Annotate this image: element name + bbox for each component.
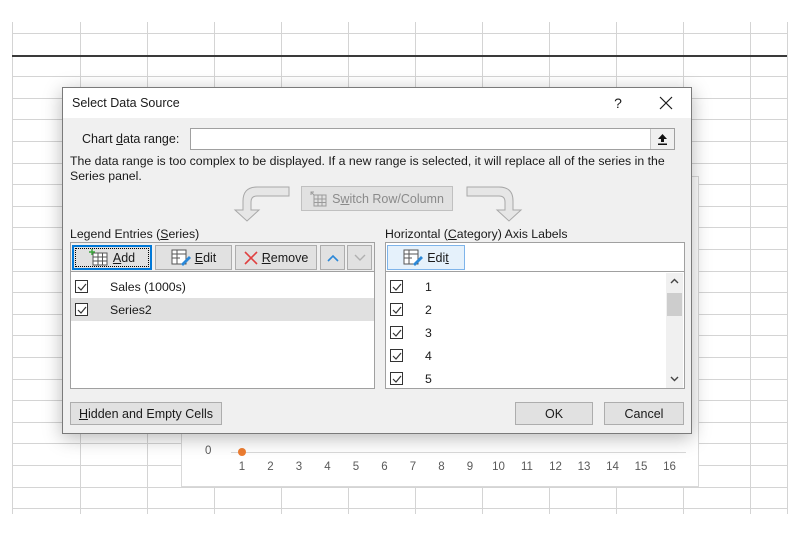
- axis-labels-toolbar: Edit: [386, 243, 684, 272]
- chart-x-tick-label: 4: [324, 461, 331, 473]
- chart-x-tick-label: 15: [634, 461, 648, 473]
- series-label: Series2: [110, 302, 152, 317]
- select-data-source-dialog: Select Data Source ? Chart data range: T…: [62, 87, 692, 434]
- axis-label-checkbox[interactable]: [390, 280, 403, 293]
- chevron-down-icon: [354, 254, 365, 261]
- axis-label-list-item[interactable]: 2: [386, 298, 665, 321]
- legend-entries-panel: Add Edit Remove Sales (1000s) Series2: [70, 242, 375, 389]
- axis-label-value: 2: [425, 302, 432, 317]
- axis-label-checkbox[interactable]: [390, 372, 403, 385]
- axis-label-value: 5: [425, 371, 432, 386]
- chart-x-tick-label: 5: [352, 461, 360, 473]
- edit-table-icon: [171, 249, 191, 266]
- checkmark-icon: [392, 352, 401, 360]
- chart-x-tick-label: 14: [606, 461, 619, 473]
- series-label: Sales (1000s): [110, 279, 186, 294]
- upload-arrow-icon: [658, 134, 667, 145]
- add-series-button[interactable]: Add: [72, 245, 152, 270]
- axis-label-checkbox[interactable]: [390, 326, 403, 339]
- chart-x-tick-label: 7: [409, 461, 417, 473]
- grid-column-line: [12, 22, 13, 514]
- axis-labels-label: Horizontal (Category) Axis Labels: [385, 227, 568, 241]
- range-collapse-button[interactable]: [650, 129, 674, 149]
- checkmark-icon: [392, 306, 401, 314]
- series-checkbox[interactable]: [75, 303, 88, 316]
- axis-label-list-item[interactable]: 1: [386, 275, 665, 298]
- range-complex-message: The data range is too complex to be disp…: [70, 154, 665, 183]
- grid-row-line: [12, 508, 787, 509]
- hidden-empty-cells-button[interactable]: Hidden and Empty Cells: [70, 402, 222, 425]
- axis-label-value: 4: [425, 348, 432, 363]
- checkmark-icon: [77, 283, 86, 291]
- cancel-button[interactable]: Cancel: [604, 402, 684, 425]
- switch-row-column-label: Switch Row/Column: [332, 191, 444, 206]
- chart-data-point[interactable]: [238, 448, 246, 456]
- chevron-down-icon: [670, 376, 679, 382]
- series-checkbox[interactable]: [75, 280, 88, 293]
- edit-series-button[interactable]: Edit: [155, 245, 232, 270]
- chart-x-axis-line: [231, 452, 686, 453]
- edit-axis-labels-button[interactable]: Edit: [387, 245, 465, 270]
- chart-y-tick: 0: [205, 445, 212, 457]
- curved-arrow-right-icon: [466, 186, 523, 222]
- grid-row-line: [12, 33, 787, 34]
- remove-x-icon: [244, 250, 258, 265]
- curved-arrow-left-icon: [233, 186, 290, 222]
- axis-label-value: 1: [425, 279, 432, 294]
- legend-entries-toolbar: Add Edit Remove: [71, 243, 374, 272]
- chart-x-tick-label: 11: [521, 461, 533, 473]
- legend-entries-label: Legend Entries (Series): [70, 227, 200, 241]
- chart-x-tick-label: 1: [238, 461, 246, 473]
- chart-x-tick-label: 10: [492, 461, 505, 473]
- axis-labels-panel: Edit 1 2 3 4 5: [385, 242, 685, 389]
- chart-x-tick-label: 2: [267, 461, 274, 473]
- scroll-thumb[interactable]: [667, 293, 682, 316]
- chart-data-range-input[interactable]: [190, 128, 675, 150]
- chart-x-tick-label: 6: [381, 461, 388, 473]
- switch-table-icon: [310, 191, 327, 206]
- edit-table-icon: [403, 249, 424, 266]
- axis-label-checkbox[interactable]: [390, 303, 403, 316]
- checkmark-icon: [392, 329, 401, 337]
- move-down-button[interactable]: [347, 245, 372, 270]
- axis-label-list-item[interactable]: 4: [386, 344, 665, 367]
- close-icon: [659, 96, 673, 110]
- chart-x-tick-label: 3: [295, 461, 303, 473]
- switch-row-column-button[interactable]: Switch Row/Column: [301, 186, 453, 211]
- move-up-button[interactable]: [320, 245, 345, 270]
- axis-labels-scrollbar[interactable]: [666, 273, 683, 388]
- checkmark-icon: [77, 306, 86, 314]
- series-list-item[interactable]: Sales (1000s): [71, 275, 374, 298]
- axis-label-list-item[interactable]: 5: [386, 367, 665, 390]
- scroll-up-button[interactable]: [666, 273, 683, 290]
- dialog-title: Select Data Source: [72, 96, 180, 110]
- checkmark-icon: [392, 375, 401, 383]
- grid-column-line: [750, 22, 751, 514]
- chart-border-line: [12, 55, 787, 57]
- chart-x-tick-label: 16: [663, 461, 676, 473]
- chart-x-tick-label: 8: [438, 461, 445, 473]
- axis-label-checkbox[interactable]: [390, 349, 403, 362]
- checkmark-icon: [392, 283, 401, 291]
- chevron-up-icon: [670, 278, 679, 284]
- axis-label-list-item[interactable]: 3: [386, 321, 665, 344]
- grid-row-line: [12, 487, 787, 488]
- close-button[interactable]: [653, 91, 679, 115]
- add-table-icon: [88, 249, 108, 266]
- chart-x-tick-label: 13: [577, 461, 591, 473]
- grid-column-line: [787, 22, 788, 514]
- dialog-titlebar[interactable]: Select Data Source ?: [63, 88, 691, 118]
- chart-x-tick-label: 12: [549, 461, 562, 473]
- axis-label-value: 3: [425, 325, 432, 340]
- chart-x-tick-label: 9: [466, 461, 474, 473]
- series-list-item[interactable]: Series2: [71, 298, 374, 321]
- chevron-up-icon: [326, 254, 339, 262]
- help-button[interactable]: ?: [608, 93, 628, 113]
- grid-row-line: [12, 76, 787, 77]
- scroll-down-button[interactable]: [666, 371, 683, 388]
- remove-series-button[interactable]: Remove: [235, 245, 317, 270]
- ok-button[interactable]: OK: [515, 402, 593, 425]
- chart-data-range-label: Chart data range:: [82, 132, 180, 146]
